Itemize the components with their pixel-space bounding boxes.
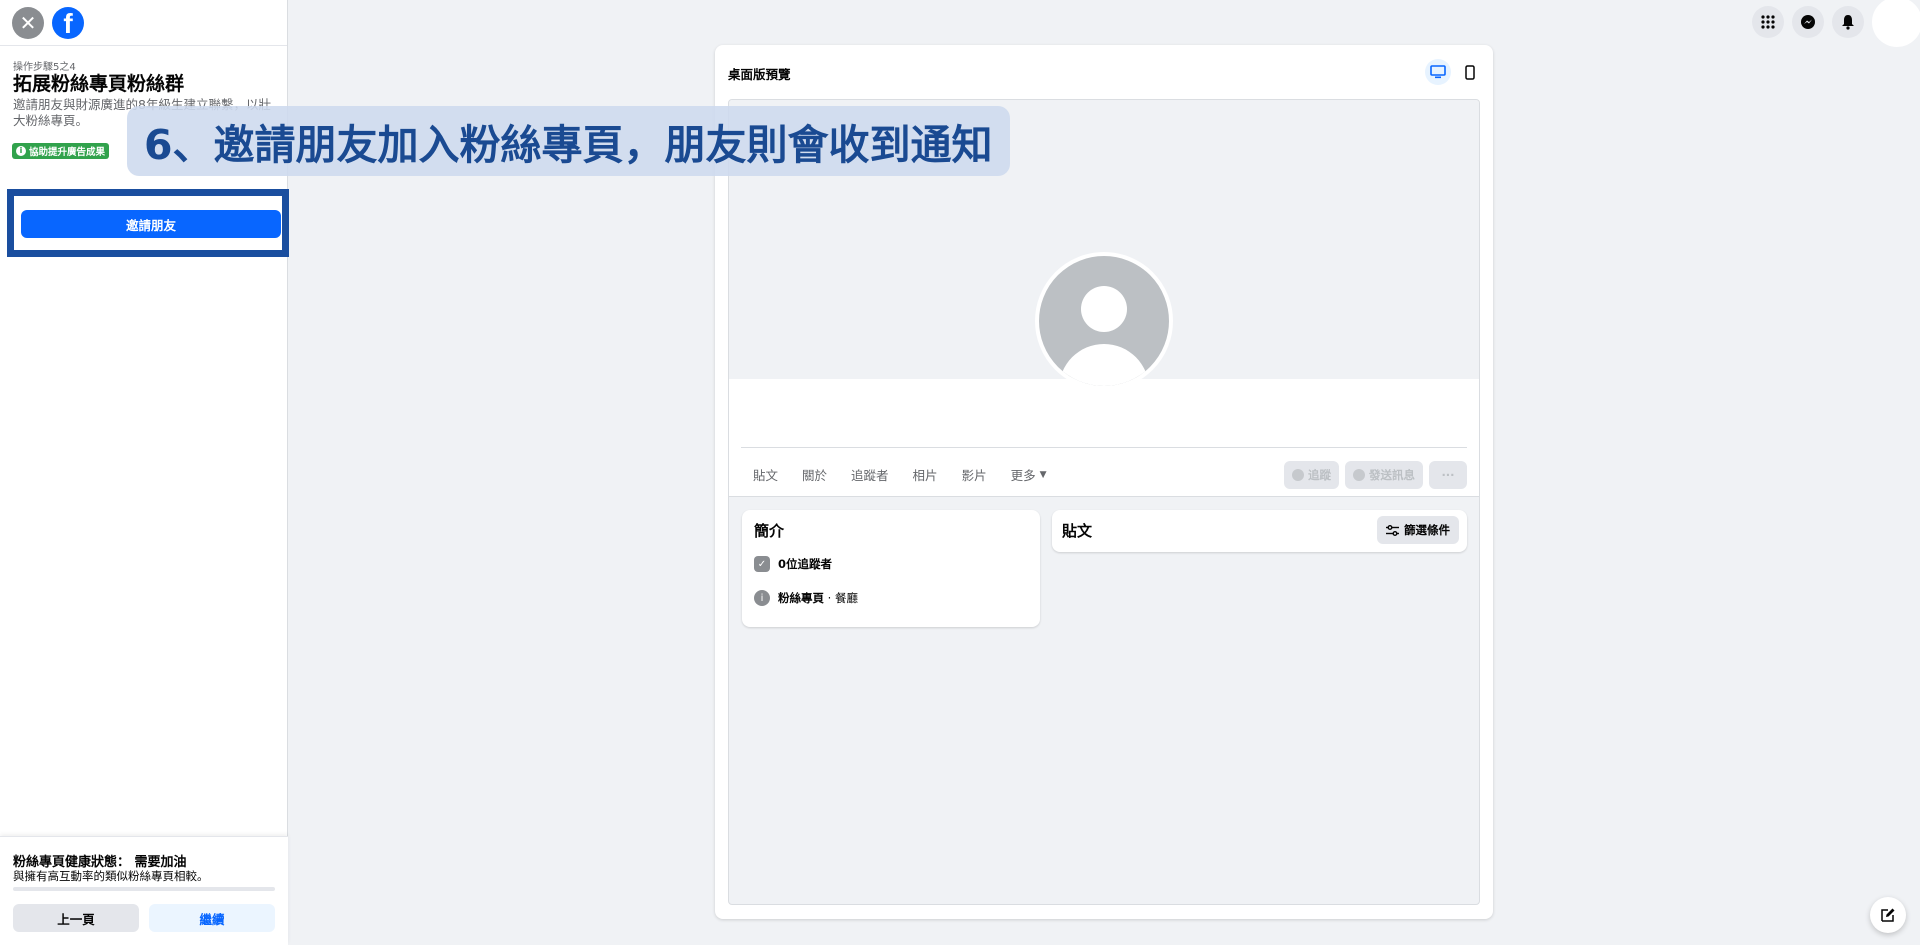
highlight-frame: 邀請朋友 (7, 189, 289, 257)
panel-footer: 粉絲專頁健康狀態： 需要加油 與擁有高互動率的類似粉絲專頁相較。 上一頁 繼續 (0, 836, 288, 945)
panel-title: 拓展粉絲專頁粉絲群 (13, 73, 185, 95)
facebook-logo-icon[interactable]: f (52, 6, 84, 39)
preview-title: 桌面版預覽 (728, 67, 791, 82)
caret-down-icon: ▼ (1039, 469, 1047, 480)
tutorial-caption: 6、邀請朋友加入粉絲專頁，朋友則會收到通知 (127, 106, 1010, 176)
intro-title: 簡介 (754, 522, 785, 540)
filter-label: 篩選條件 (1404, 523, 1450, 537)
default-avatar-head (1081, 286, 1127, 332)
category-row: i 粉絲專頁 · 餐廳 (754, 590, 858, 606)
tab-about[interactable]: 關於 (790, 457, 839, 492)
follow-label: 追蹤 (1308, 468, 1331, 482)
tab-more-label: 更多 (1010, 468, 1036, 483)
default-avatar-body (1059, 344, 1149, 386)
messenger-icon (1353, 469, 1365, 481)
menu-grid-icon[interactable] (1752, 6, 1784, 38)
send-message-button[interactable]: 發送訊息 (1345, 461, 1423, 489)
device-toggle (1425, 59, 1483, 85)
top-right-toolbar (1752, 0, 1920, 47)
followers-count: 0位追蹤者 (778, 557, 833, 571)
tab-posts[interactable]: 貼文 (741, 457, 790, 492)
page-actions: 追蹤 發送訊息 ··· (1284, 461, 1467, 489)
desktop-preview-card: 桌面版預覽 貼文 關於 追蹤者 相片 影片 更多 ▼ 追蹤 發送訊息 ··· 簡… (715, 45, 1493, 919)
panel-header: ✕ f (0, 0, 287, 46)
posts-card: 貼文 篩選條件 (1052, 510, 1467, 552)
page-preview: 貼文 關於 追蹤者 相片 影片 更多 ▼ 追蹤 發送訊息 ··· 簡介 ✓ 0位… (728, 99, 1480, 905)
badge-label: 協助提升廣告成果 (29, 147, 106, 158)
tab-more[interactable]: 更多 ▼ (999, 457, 1059, 492)
posts-title: 貼文 (1062, 522, 1093, 540)
profile-picture (1035, 252, 1173, 390)
filter-sliders-icon (1386, 524, 1399, 536)
followers-row: ✓ 0位追蹤者 (754, 556, 832, 572)
account-avatar[interactable] (1872, 0, 1920, 47)
page-header: 貼文 關於 追蹤者 相片 影片 更多 ▼ 追蹤 發送訊息 ··· (729, 379, 1479, 497)
tab-videos[interactable]: 影片 (950, 457, 999, 492)
more-options-button[interactable]: ··· (1429, 461, 1467, 489)
followers-icon: ✓ (754, 556, 770, 572)
page-tabs: 貼文 關於 追蹤者 相片 影片 更多 ▼ (741, 457, 1059, 492)
tab-followers[interactable]: 追蹤者 (839, 457, 901, 492)
filter-button[interactable]: 篩選條件 (1377, 516, 1459, 544)
category-value: · 餐廳 (824, 591, 858, 605)
mobile-icon[interactable] (1457, 59, 1483, 85)
category-prefix: 粉絲專頁 (778, 591, 824, 605)
messenger-icon[interactable] (1792, 6, 1824, 38)
follow-icon (1292, 469, 1304, 481)
divider (741, 447, 1467, 448)
continue-button[interactable]: 繼續 (149, 904, 275, 932)
desktop-icon[interactable] (1425, 59, 1451, 85)
info-icon: i (754, 590, 770, 606)
invite-friends-button[interactable]: 邀請朋友 (21, 210, 281, 238)
info-icon: i (16, 146, 26, 156)
close-icon[interactable]: ✕ (12, 6, 44, 39)
send-message-label: 發送訊息 (1369, 468, 1415, 482)
intro-card: 簡介 ✓ 0位追蹤者 i 粉絲專頁 · 餐廳 (742, 510, 1040, 627)
page-health-subtitle: 與擁有高互動率的類似粉絲專頁相較。 (13, 869, 209, 883)
previous-button[interactable]: 上一頁 (13, 904, 139, 932)
ad-results-badge: i 協助提升廣告成果 (12, 143, 110, 159)
notifications-bell-icon[interactable] (1832, 6, 1864, 38)
tab-photos[interactable]: 相片 (901, 457, 950, 492)
follow-button[interactable]: 追蹤 (1284, 461, 1339, 489)
page-health-bar (13, 887, 275, 891)
compose-edit-icon[interactable] (1870, 897, 1906, 933)
